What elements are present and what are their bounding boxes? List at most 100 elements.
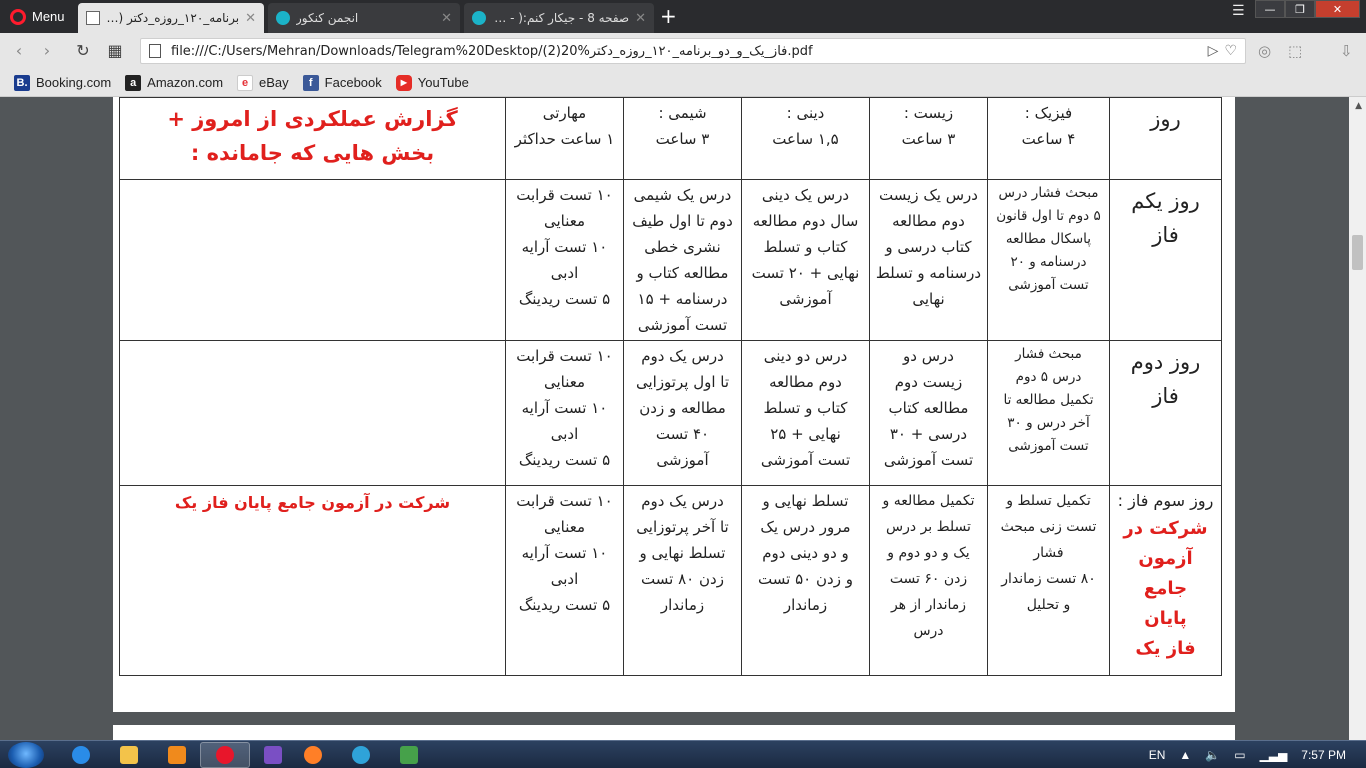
telegram-icon [352,746,370,764]
taskbar-app-active[interactable] [200,742,250,768]
opera-logo-icon [10,8,26,25]
header-report: گزارش عملکردی از امروز + بخش هایی که جام… [119,97,506,180]
back-button[interactable]: ‹ [8,41,30,61]
close-window-button[interactable]: ✕ [1315,0,1360,18]
bookmark-label: Amazon.com [147,75,224,90]
study-plan-table: روز فیزیک : ۴ ساعت زیست : ۳ ساعت دینی : … [119,97,1222,676]
bookmark-amazon[interactable]: a Amazon.com [125,74,224,91]
tab-title: صفحه 8 - جیکار کنم:( - جدا شدم [492,11,630,25]
row-religion: درس یک دینی سال دوم مطالعه کتاب و تسلط ن… [741,179,870,341]
new-tab-button[interactable]: + [660,4,677,28]
clock[interactable]: 7:57 PM [1301,748,1346,762]
window-controls: — ❐ ✕ [1255,0,1360,18]
bookmark-label: Booking.com [36,75,112,90]
row-chemistry: درس یک شیمی دوم تا اول طیف نشری خطی مطال… [623,179,742,341]
row-report [119,179,506,341]
bookmark-booking[interactable]: B. Booking.com [14,74,112,91]
table-row: روز یکم فاز مبحث فشار درس ۵ دوم تا اول ق… [119,179,1222,341]
heart-icon[interactable]: ♡ [1224,43,1237,59]
battery-icon[interactable]: ▭ [1234,748,1245,762]
extension-icon[interactable]: ⬚ [1288,42,1302,60]
site-favicon-icon [276,11,290,25]
download-icon[interactable]: ⇩ [1340,42,1353,60]
vpn-icon[interactable]: ◎ [1258,42,1271,60]
amazon-icon: a [125,74,142,91]
taskbar-app[interactable] [152,742,202,768]
tab-menu-icon[interactable]: ☰ [1232,3,1245,19]
scrollbar[interactable]: ▲ [1349,97,1366,740]
taskbar-app[interactable] [384,742,434,768]
header-day: روز [1109,97,1222,180]
taskbar-app[interactable] [104,742,154,768]
address-bar[interactable]: file:///C:/Users/Mehran/Downloads/Telegr… [140,38,1246,64]
bookmark-label: eBay [259,75,289,90]
row-religion: تسلط نهایی و مرور درس یک و دو دینی دوم و… [741,485,870,676]
media-player-icon [168,746,186,764]
network-tool-icon [400,746,418,764]
row-biology: تکمیل مطالعه و تسلط بر درس یک و دو دوم و… [869,485,988,676]
language-indicator[interactable]: EN [1149,748,1166,762]
row-report: شرکت در آزمون جامع پایان فاز یک [119,485,506,676]
bookmark-youtube[interactable]: ▶ YouTube [395,74,469,91]
system-tray: EN ▲ 🔈 ▭ ▁▃▅ 7:57 PM [1149,741,1366,768]
tray-expand-icon[interactable]: ▲ [1179,748,1191,762]
row-biology: درس یک زیست دوم مطالعه کتاب درسی و درسنا… [869,179,988,341]
header-skills: مهارتی ۱ ساعت حداکثر [505,97,624,180]
bookmarks-bar: B. Booking.com a Amazon.com e eBay f Fac… [0,69,1366,97]
row-physics: مبحث فشار درس ۵ دوم تا اول قانون پاسکال … [987,179,1110,341]
table-header-row: روز فیزیک : ۴ ساعت زیست : ۳ ساعت دینی : … [119,97,1222,180]
table-row: روز سوم فاز : شرکت در آزمون جامع پایان ف… [119,485,1222,676]
tab-title: برنامه_۱۲۰_روزه_دکتر (2).pdf [106,11,240,25]
restore-button[interactable]: ❐ [1285,0,1315,18]
close-tab-icon[interactable]: ✕ [441,11,452,26]
internet-explorer-icon [72,746,90,764]
taskbar-app[interactable] [336,742,386,768]
send-icon[interactable]: ▷ [1208,43,1219,59]
row-chemistry: درس یک دوم تا آخر پرتوزایی تسلط نهایی و … [623,485,742,676]
volume-icon[interactable]: 🔈 [1205,748,1220,762]
close-tab-icon[interactable]: ✕ [635,11,646,26]
row-report [119,340,506,486]
taskbar-app[interactable] [56,742,106,768]
row-day: روز دوم فاز [1109,340,1222,486]
bookmark-facebook[interactable]: f Facebook [302,74,382,91]
header-chemistry: شیمی : ۳ ساعت [623,97,742,180]
bookmark-ebay[interactable]: e eBay [237,74,289,91]
booking-icon: B. [14,74,30,91]
windows-taskbar: EN ▲ 🔈 ▭ ▁▃▅ 7:57 PM [0,740,1366,768]
pdf-viewer[interactable]: روز فیزیک : ۴ ساعت زیست : ۳ ساعت دینی : … [0,97,1366,745]
tab-forum-page[interactable]: صفحه 8 - جیکار کنم:( - جدا شدم ✕ [464,3,654,33]
minimize-button[interactable]: — [1255,0,1285,18]
taskbar-app[interactable] [288,742,338,768]
row-religion: درس دو دینی دوم مطالعه کتاب و تسلط نهایی… [741,340,870,486]
speed-dial-icon[interactable]: ▦ [104,41,126,61]
youtube-icon: ▶ [395,74,412,91]
menu-label: Menu [32,9,65,24]
row-skills: ۱۰ تست قرابت معنایی ۱۰ تست آرایه ادبی ۵ … [505,485,624,676]
close-tab-icon[interactable]: ✕ [245,11,256,26]
facebook-icon: f [302,74,319,91]
tab-pdf[interactable]: برنامه_۱۲۰_روزه_دکتر (2).pdf ✕ [78,3,264,33]
reload-button[interactable]: ↻ [72,41,94,61]
scroll-up-icon[interactable]: ▲ [1355,101,1362,111]
row-biology: درس دو زیست دوم مطالعه کتاب درسی + ۳۰ تس… [869,340,988,486]
address-toolbar: ‹ › ↻ ▦ file:///C:/Users/Mehran/Download… [0,33,1366,69]
tab-bar: Menu برنامه_۱۲۰_روزه_دکتر (2).pdf ✕ انجم… [0,0,1366,33]
bookmark-label: YouTube [417,75,469,90]
row-skills: ۱۰ تست قرابت معنایی ۱۰ تست آرایه ادبی ۵ … [505,179,624,341]
scroll-thumb[interactable] [1352,235,1363,270]
start-button[interactable] [8,742,44,768]
bookmark-label: Facebook [324,75,382,90]
visual-studio-icon [264,746,282,764]
ebay-icon: e [237,74,254,91]
header-religion: دینی : ۱,۵ ساعت [741,97,870,180]
header-biology: زیست : ۳ ساعت [869,97,988,180]
file-icon [149,44,161,58]
opera-menu-button[interactable]: Menu [0,0,75,33]
row-day: روز یکم فاز [1109,179,1222,341]
signal-icon[interactable]: ▁▃▅ [1260,748,1288,762]
tab-forum[interactable]: انجمن کنکور ✕ [268,3,460,33]
row-skills: ۱۰ تست قرابت معنایی ۱۰ تست آرایه ادبی ۵ … [505,340,624,486]
forward-button[interactable]: › [36,41,58,61]
row-day: روز سوم فاز : شرکت در آزمون جامع پایان ف… [1109,485,1222,676]
